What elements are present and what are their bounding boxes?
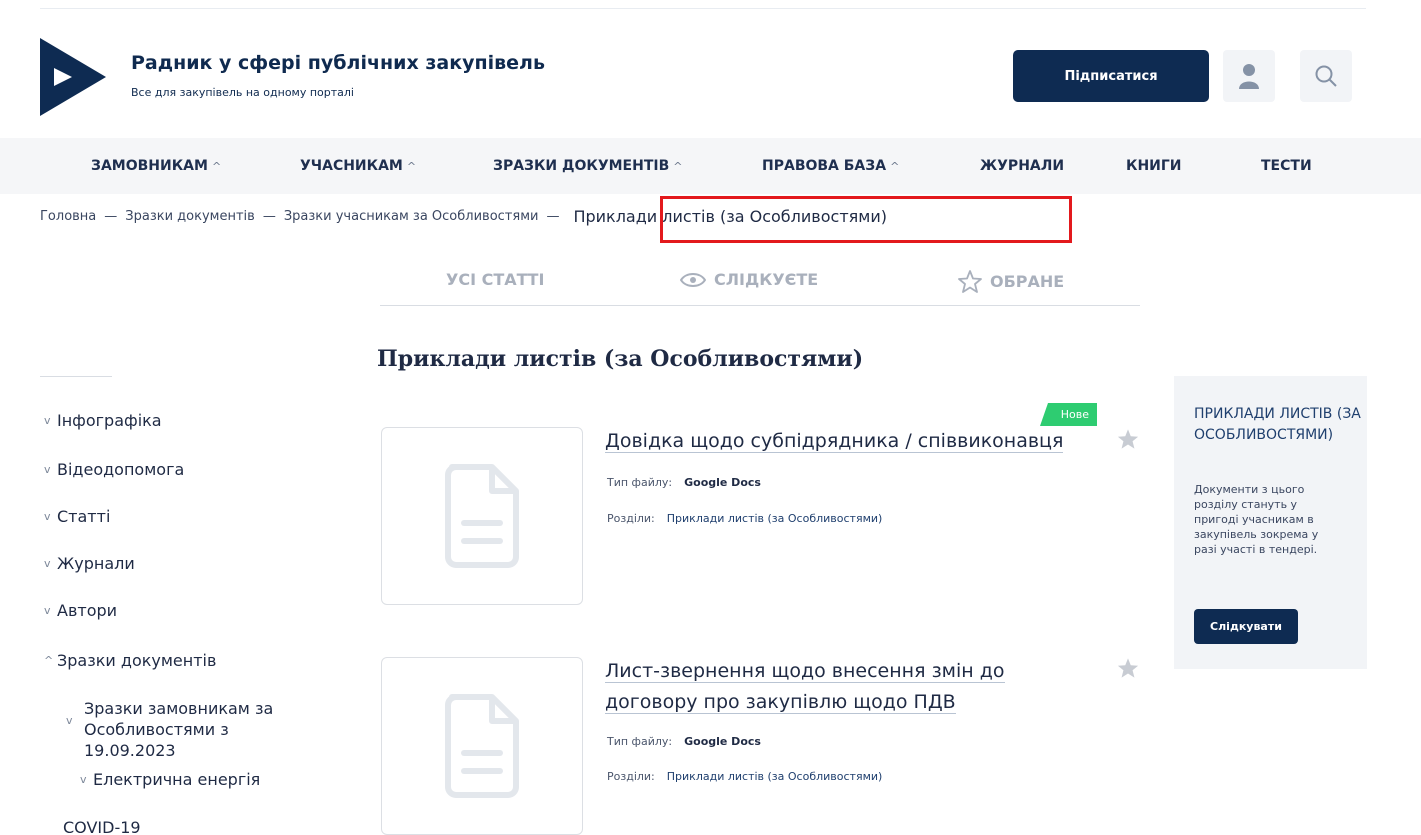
section-link[interactable]: Приклади листів (за Особливостями) <box>667 512 883 525</box>
nav-item-legal-base[interactable]: ПРАВОВА БАЗА ^ <box>762 138 899 194</box>
sidebar-subitem-customer-samples[interactable]: v Зразки замовникам за Особливостями з 1… <box>66 698 316 761</box>
chevron-up-icon: ^ <box>406 159 417 173</box>
sidebar-item-authors[interactable]: v Автори <box>44 601 117 620</box>
main-nav: ЗАМОВНИКАМ ^ УЧАСНИКАМ ^ ЗРАЗКИ ДОКУМЕНТІВ… <box>0 138 1421 194</box>
nav-item-tests[interactable]: ТЕСТИ <box>1261 138 1312 194</box>
breadcrumb-separator: — <box>262 209 276 224</box>
section-info-panel: ПРИКЛАДИ ЛИСТІВ (ЗА ОСОБЛИВОСТЯМИ) Докум… <box>1174 376 1367 669</box>
subscribe-button[interactable]: Підписатися <box>1013 50 1209 102</box>
breadcrumb-document-samples[interactable]: Зразки документів <box>125 209 255 224</box>
document-title[interactable]: Лист-звернення щодо внесення змін до дог… <box>605 656 1075 718</box>
panel-description: Документи з цього розділу стануть у приг… <box>1194 483 1319 556</box>
tab-all-articles[interactable]: УСІ СТАТТІ <box>446 270 544 289</box>
chevron-down-icon: v <box>66 714 73 727</box>
panel-title: ПРИКЛАДИ ЛИСТІВ (ЗА ОСОБЛИВОСТЯМИ) <box>1194 406 1361 443</box>
nav-item-customers[interactable]: ЗАМОВНИКАМ ^ <box>91 138 221 194</box>
page-title: Приклади листів (за Особливостями) <box>377 346 864 372</box>
sidebar-divider <box>40 376 112 377</box>
top-divider <box>40 8 1366 9</box>
document-icon <box>445 464 519 568</box>
chevron-up-icon: ^ <box>673 159 683 173</box>
document-file-type: Тип файлу: Google Docs <box>607 476 761 489</box>
document-icon <box>445 694 519 798</box>
breadcrumb-home[interactable]: Головна <box>40 209 96 224</box>
chevron-down-icon: v <box>44 604 51 617</box>
nav-item-books[interactable]: КНИГИ <box>1126 138 1182 194</box>
star-icon[interactable] <box>1117 428 1139 450</box>
document-sections: Розділи: Приклади листів (за Особливостям… <box>607 512 883 525</box>
sidebar-item-infographics[interactable]: v Інфографіка <box>44 411 162 430</box>
chevron-down-icon: v <box>44 414 51 427</box>
section-link[interactable]: Приклади листів (за Особливостями) <box>667 770 883 783</box>
site-title[interactable]: Радник у сфері публічних закупівель <box>131 52 545 74</box>
sidebar-item-video-help[interactable]: v Відеодопомога <box>44 460 184 479</box>
tab-favorites[interactable]: ОБРАНЕ <box>958 270 1064 293</box>
chevron-down-icon: v <box>80 773 87 786</box>
sidebar-item-covid[interactable]: COVID-19 <box>63 818 141 835</box>
tab-following[interactable]: СЛІДКУЄТЕ <box>680 270 818 289</box>
new-badge: Нове <box>1040 403 1097 426</box>
nav-item-journals[interactable]: ЖУРНАЛИ <box>980 138 1064 194</box>
search-icon <box>1315 65 1337 87</box>
sidebar-item-document-samples[interactable]: ^ Зразки документів <box>44 651 216 670</box>
document-thumbnail[interactable] <box>381 657 583 835</box>
user-icon <box>1239 64 1259 89</box>
highlight-annotation <box>660 196 1072 243</box>
logo-icon[interactable] <box>40 38 106 116</box>
nav-item-document-samples[interactable]: ЗРАЗКИ ДОКУМЕНТІВ ^ <box>493 138 683 194</box>
chevron-up-icon: ^ <box>44 654 54 667</box>
user-account-button[interactable] <box>1223 50 1275 102</box>
nav-item-participants[interactable]: УЧАСНИКАМ ^ <box>300 138 416 194</box>
site-subtitle: Все для закупівель на одному порталі <box>131 86 354 99</box>
document-file-type: Тип файлу: Google Docs <box>607 735 761 748</box>
chevron-down-icon: v <box>44 463 51 476</box>
chevron-up-icon: ^ <box>211 159 222 173</box>
breadcrumb-separator: — <box>546 209 560 224</box>
tabs-divider <box>380 305 1140 306</box>
document-title[interactable]: Довідка щодо субпідрядника / співвиконав… <box>605 426 1105 457</box>
sidebar-subitem-electric-energy[interactable]: v Електрична енергія <box>80 770 260 789</box>
chevron-down-icon: v <box>44 510 51 523</box>
chevron-down-icon: v <box>44 557 51 570</box>
breadcrumb-separator: — <box>104 209 118 224</box>
breadcrumb-participant-samples[interactable]: Зразки учасникам за Особливостями <box>284 209 539 224</box>
search-button[interactable] <box>1300 50 1352 102</box>
star-outline-icon <box>958 270 982 293</box>
eye-icon <box>680 272 706 287</box>
sidebar-item-articles[interactable]: v Статті <box>44 507 110 526</box>
sidebar-item-journals[interactable]: v Журнали <box>44 554 135 573</box>
chevron-up-icon: ^ <box>890 159 900 173</box>
document-sections: Розділи: Приклади листів (за Особливостям… <box>607 770 883 783</box>
document-thumbnail[interactable] <box>381 427 583 605</box>
follow-button[interactable]: Слідкувати <box>1194 609 1298 644</box>
star-icon[interactable] <box>1117 657 1139 679</box>
